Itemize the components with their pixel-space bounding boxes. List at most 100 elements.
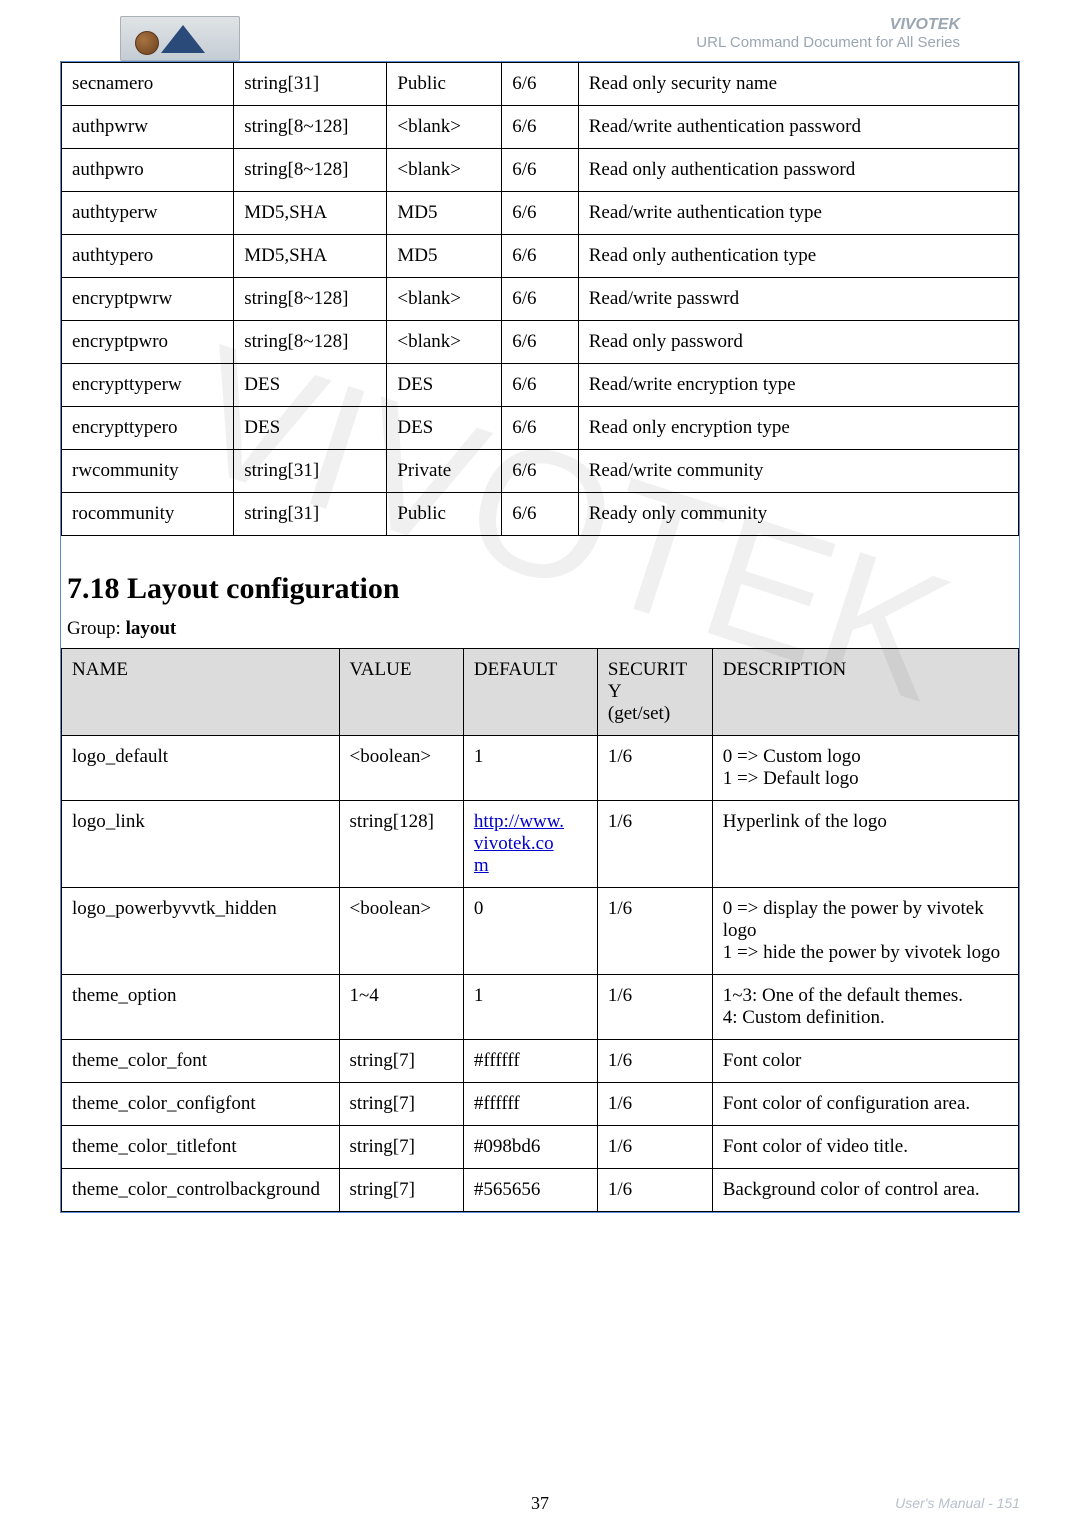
table-cell: <blank> (387, 278, 502, 321)
cell-description: 1~3: One of the default themes.4: Custom… (712, 975, 1018, 1040)
table-row: authpwrostring[8~128]<blank>6/6Read only… (62, 149, 1019, 192)
table-cell: 6/6 (502, 364, 579, 407)
cell-name: theme_option (62, 975, 340, 1040)
cell-value: string[7] (339, 1083, 463, 1126)
table-cell: 6/6 (502, 493, 579, 536)
table-cell: Public (387, 63, 502, 106)
table-row: authpwrwstring[8~128]<blank>6/6Read/writ… (62, 106, 1019, 149)
hyperlink[interactable]: vivotek.co (474, 833, 554, 854)
doc-subtitle: URL Command Document for All Series (696, 34, 960, 51)
table-row: rocommunitystring[31]Public6/6Ready only… (62, 493, 1019, 536)
table-row: theme_color_fontstring[7]#ffffff1/6Font … (62, 1040, 1019, 1083)
table-cell: Read/write community (578, 450, 1018, 493)
table-cell: authpwrw (62, 106, 234, 149)
table-row: encrypttyperwDESDES6/6Read/write encrypt… (62, 364, 1019, 407)
table-cell: <blank> (387, 321, 502, 364)
hyperlink[interactable]: http://www. (474, 811, 564, 832)
page-header: VIVOTEK URL Command Document for All Ser… (60, 0, 1020, 61)
table-cell: 6/6 (502, 450, 579, 493)
cell-default: #565656 (463, 1169, 597, 1212)
table-cell: 6/6 (502, 278, 579, 321)
cell-name: logo_link (62, 801, 340, 888)
table-cell: string[31] (234, 450, 387, 493)
table-cell: 6/6 (502, 149, 579, 192)
table-cell: MD5,SHA (234, 192, 387, 235)
table-cell: Read/write encryption type (578, 364, 1018, 407)
page-footer: 37 User's Manual - 151 (60, 1495, 1020, 1511)
table-row: logo_linkstring[128] http://www.vivotek.c… (62, 801, 1019, 888)
table-row: authtyperoMD5,SHAMD56/6Read only authent… (62, 235, 1019, 278)
cell-security: 1/6 (597, 1040, 712, 1083)
cell-value: string[7] (339, 1126, 463, 1169)
cell-description: 0 => Custom logo1 => Default logo (712, 736, 1018, 801)
table-cell: Read only security name (578, 63, 1018, 106)
group-label: Group: layout (67, 618, 1013, 640)
page-number: 37 (531, 1493, 549, 1514)
group-name: layout (126, 618, 177, 639)
table-cell: MD5 (387, 192, 502, 235)
params-table-2: NAME VALUE DEFAULT SECURITY(get/set) DES… (61, 648, 1019, 1212)
manual-ref: User's Manual - 151 (895, 1495, 1020, 1511)
col-description: DESCRIPTION (712, 649, 1018, 736)
table-cell: rwcommunity (62, 450, 234, 493)
cell-security: 1/6 (597, 801, 712, 888)
table-cell: rocommunity (62, 493, 234, 536)
table-cell: string[31] (234, 63, 387, 106)
cell-description: Background color of control area. (712, 1169, 1018, 1212)
table-cell: 6/6 (502, 106, 579, 149)
table-row: authtyperwMD5,SHAMD56/6Read/write authen… (62, 192, 1019, 235)
hyperlink[interactable]: m (474, 855, 489, 876)
table-cell: DES (234, 364, 387, 407)
table-cell: authtypero (62, 235, 234, 278)
cell-value: string[128] (339, 801, 463, 888)
cell-default: 1 (463, 975, 597, 1040)
table-cell: Read/write passwrd (578, 278, 1018, 321)
table-cell: string[31] (234, 493, 387, 536)
table-cell: encryptpwro (62, 321, 234, 364)
cell-security: 1/6 (597, 975, 712, 1040)
cell-name: theme_color_configfont (62, 1083, 340, 1126)
cell-description: Font color of configuration area. (712, 1083, 1018, 1126)
cell-value: string[7] (339, 1040, 463, 1083)
brand-logo (120, 16, 240, 61)
table-cell: Read only password (578, 321, 1018, 364)
cell-description: Font color (712, 1040, 1018, 1083)
group-prefix: Group: (67, 618, 126, 639)
cell-default: 0 (463, 888, 597, 975)
cell-security: 1/6 (597, 1169, 712, 1212)
table-cell: DES (387, 364, 502, 407)
table-row: encryptpwrostring[8~128]<blank>6/6Read o… (62, 321, 1019, 364)
cell-value: string[7] (339, 1169, 463, 1212)
table-cell: secnamero (62, 63, 234, 106)
cell-name: theme_color_controlbackground (62, 1169, 340, 1212)
table-cell: Read/write authentication type (578, 192, 1018, 235)
table-cell: 6/6 (502, 407, 579, 450)
table-cell: 6/6 (502, 192, 579, 235)
cell-description: 0 => display the power by vivotek logo1 … (712, 888, 1018, 975)
table-cell: string[8~128] (234, 149, 387, 192)
table-cell: Private (387, 450, 502, 493)
col-name: NAME (62, 649, 340, 736)
col-value: VALUE (339, 649, 463, 736)
table-cell: encrypttyperw (62, 364, 234, 407)
table-row: encrypttyperoDESDES6/6Read only encrypti… (62, 407, 1019, 450)
table-cell: MD5,SHA (234, 235, 387, 278)
cell-security: 1/6 (597, 736, 712, 801)
table-cell: authpwro (62, 149, 234, 192)
table-cell: Read only encryption type (578, 407, 1018, 450)
cell-default: 1 (463, 736, 597, 801)
cell-name: logo_default (62, 736, 340, 801)
cell-security: 1/6 (597, 888, 712, 975)
cell-value: 1~4 (339, 975, 463, 1040)
table-cell: string[8~128] (234, 321, 387, 364)
table-cell: Ready only community (578, 493, 1018, 536)
brand-name: VIVOTEK (696, 16, 960, 34)
table-row: theme_option1~411/61~3: One of the defau… (62, 975, 1019, 1040)
table-cell: Read only authentication password (578, 149, 1018, 192)
table-cell: Read/write authentication password (578, 106, 1018, 149)
table-cell: 6/6 (502, 235, 579, 278)
table-cell: Public (387, 493, 502, 536)
params-table-1: secnamerostring[31]Public6/6Read only se… (61, 62, 1019, 536)
col-security: SECURITY(get/set) (597, 649, 712, 736)
table-row: theme_color_configfontstring[7]#ffffff1/… (62, 1083, 1019, 1126)
